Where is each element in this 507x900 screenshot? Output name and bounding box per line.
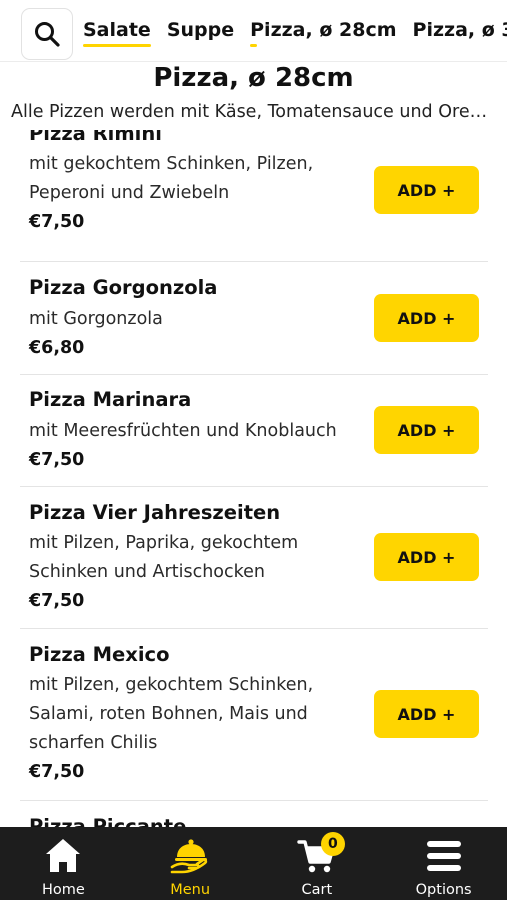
add-button[interactable]: ADD + — [374, 690, 479, 738]
nav-options-label: Options — [415, 882, 472, 898]
item-price: €7,50 — [29, 762, 85, 782]
nav-options[interactable]: Options — [380, 827, 507, 900]
item-description-line: mit gekochtem Schinken, Pilzen, — [29, 154, 314, 174]
cart-icon-wrapper: 0 — [297, 832, 345, 876]
item-price: €6,80 — [29, 338, 85, 358]
item-name: Pizza Rimini — [29, 130, 162, 145]
nav-menu[interactable]: Menu — [127, 827, 254, 900]
nav-home[interactable]: Home — [0, 827, 127, 900]
item-description: mit Gorgonzola — [29, 305, 379, 334]
item-price: €7,50 — [29, 450, 85, 470]
menu-item: Pizza Mexico mit Pilzen, gekochtem Schin… — [20, 629, 488, 801]
menu-item-list[interactable]: Pizza Rimini mit gekochtem Schinken, Pil… — [0, 130, 507, 827]
tab-suppe[interactable]: Suppe — [167, 17, 234, 44]
item-description: mit gekochtem Schinken, Pilzen, Peperoni… — [29, 150, 379, 208]
item-description-line: scharfen Chilis — [29, 733, 158, 753]
search-icon — [35, 21, 60, 47]
home-icon — [46, 839, 81, 872]
item-name: Pizza Mexico — [29, 643, 170, 666]
item-price: €7,50 — [29, 591, 85, 611]
item-description-line: mit Gorgonzola — [29, 309, 163, 329]
item-description-line: Schinken und Artischocken — [29, 562, 265, 582]
add-button[interactable]: ADD + — [374, 406, 479, 454]
item-name: Pizza Gorgonzola — [29, 276, 218, 299]
tab-pizza-28[interactable]: Pizza, ø 28cm — [250, 17, 397, 47]
menu-cloche-icon — [170, 839, 208, 874]
item-description-line: Peperoni und Zwiebeln — [29, 183, 230, 203]
nav-home-label: Home — [41, 882, 85, 898]
item-description: mit Pilzen, Paprika, gekochtem Schinken … — [29, 529, 379, 587]
item-description-line: mit Pilzen, gekochtem Schinken, — [29, 675, 314, 695]
item-price: €7,50 — [29, 212, 85, 232]
add-button[interactable]: ADD + — [374, 294, 479, 342]
cart-count-badge: 0 — [320, 832, 345, 856]
app-screen: Salate Suppe Pizza, ø 28cm Pizza, ø 32cm… — [0, 0, 507, 900]
menu-item: Pizza Piccante — [20, 801, 488, 827]
tab-pizza-32[interactable]: Pizza, ø 32cm — [413, 17, 507, 44]
add-button[interactable]: ADD + — [374, 166, 479, 214]
search-button[interactable] — [21, 7, 73, 60]
nav-menu-label: Menu — [170, 882, 211, 898]
menu-item: Pizza Rimini mit gekochtem Schinken, Pil… — [20, 130, 488, 262]
item-name: Pizza Piccante — [29, 815, 187, 827]
section-description: Alle Pizzen werden mit Käse, Tomatensauc… — [11, 102, 497, 122]
item-description-line: Salami, roten Bohnen, Mais und — [29, 704, 308, 724]
hamburger-icon — [426, 841, 461, 871]
item-description: mit Pilzen, gekochtem Schinken, Salami, … — [29, 671, 379, 758]
item-description-line: mit Pilzen, Paprika, gekochtem — [29, 533, 299, 553]
item-description: mit Meeresfrüchten und Knoblauch — [29, 417, 389, 446]
section-title: Pizza, ø 28cm — [153, 63, 354, 93]
menu-item: Pizza Gorgonzola mit Gorgonzola €6,80 AD… — [20, 262, 488, 375]
menu-item: Pizza Vier Jahreszeiten mit Pilzen, Papr… — [20, 487, 488, 629]
item-name: Pizza Vier Jahreszeiten — [29, 501, 281, 524]
menu-item: Pizza Marinara mit Meeresfrüchten und Kn… — [20, 375, 488, 487]
nav-cart[interactable]: 0 Cart — [254, 827, 381, 900]
category-tab-bar[interactable]: Salate Suppe Pizza, ø 28cm Pizza, ø 32cm — [0, 0, 507, 62]
item-name: Pizza Marinara — [29, 388, 192, 411]
item-description-line: mit Meeresfrüchten und Knoblauch — [29, 421, 337, 441]
bottom-navigation: Home Menu 0 Cart Options — [0, 827, 507, 900]
add-button[interactable]: ADD + — [374, 533, 479, 581]
nav-cart-label: Cart — [301, 882, 333, 898]
tab-salate[interactable]: Salate — [83, 17, 151, 47]
